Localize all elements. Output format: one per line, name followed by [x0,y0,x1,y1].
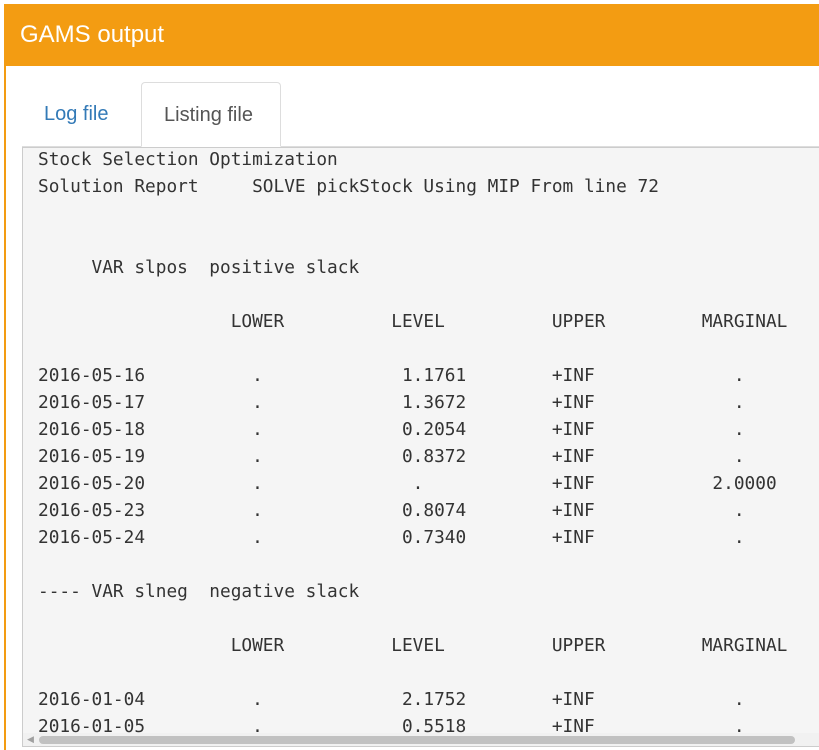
scroll-left-arrow-icon[interactable]: ◀ [27,735,34,744]
gams-output-panel: GAMS output Log file Listing file Stock … [4,4,819,750]
listing-file-viewer[interactable]: Stock Selection Optimization Solution Re… [22,147,819,747]
tab-bar: Log file Listing file [22,82,819,147]
horizontal-scrollbar[interactable]: ◀ [23,733,819,746]
tab-log-file[interactable]: Log file [22,82,131,146]
scrollbar-thumb[interactable] [39,736,795,744]
tab-listing-file[interactable]: Listing file [141,82,281,147]
panel-title: GAMS output [6,4,819,66]
listing-text: Stock Selection Optimization Solution Re… [38,149,788,737]
